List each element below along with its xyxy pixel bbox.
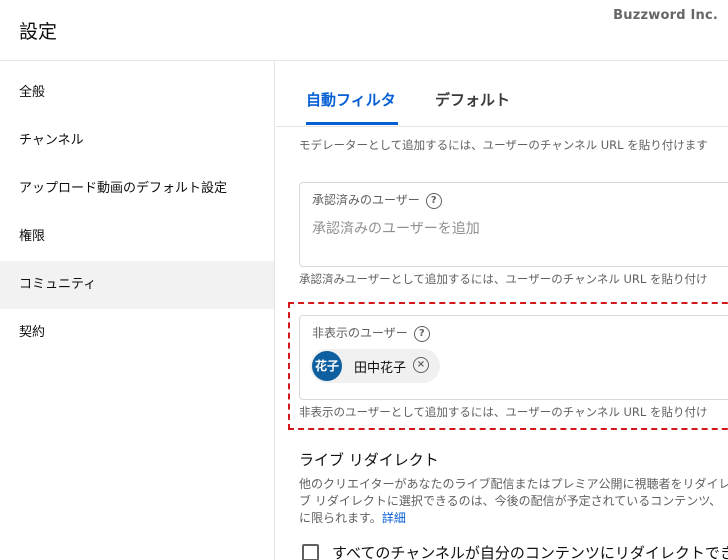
hidden-users-field: 非表示のユーザー? 花子 田中花子 × — [299, 315, 728, 400]
live-redirect-desc-1: 他のクリエイターがあなたのライブ配信またはプレミア公開に視聴者をリダイレ — [299, 477, 728, 491]
live-redirect-desc-3: に限られます。詳細 — [299, 509, 406, 526]
sidebar-item-community[interactable]: コミュニティ — [0, 261, 274, 309]
hidden-users-helper-text: 非表示のユーザーとして追加するには、ユーザーのチャンネル URL を貼り付け — [299, 405, 708, 419]
allow-redirect-checkbox[interactable] — [302, 544, 319, 560]
details-link[interactable]: 詳細 — [382, 511, 406, 525]
active-tab-indicator — [306, 122, 398, 125]
sidebar: 全般 チャンネル アップロード動画のデフォルト設定 権限 コミュニティ 契約 — [0, 61, 275, 560]
sidebar-item-general[interactable]: 全般 — [0, 69, 274, 117]
sidebar-item-channel[interactable]: チャンネル — [0, 117, 274, 165]
watermark: Buzzword Inc. — [613, 8, 718, 23]
user-chip: 花子 田中花子 × — [310, 349, 440, 383]
tab-defaults[interactable]: デフォルト — [435, 89, 510, 110]
approved-users-label-text: 承認済みのユーザー — [312, 193, 420, 207]
hidden-users-label: 非表示のユーザー? — [312, 324, 430, 342]
approved-users-helper-text: 承認済みユーザーとして追加するには、ユーザーのチャンネル URL を貼り付け — [299, 272, 708, 286]
page-title: 設定 — [19, 21, 58, 43]
help-icon[interactable]: ? — [413, 325, 430, 342]
page-header: 設定 Buzzword Inc. — [0, 0, 728, 61]
moderators-helper-text: モデレーターとして追加するには、ユーザーのチャンネル URL を貼り付けます — [299, 138, 708, 152]
remove-chip-icon[interactable]: × — [413, 357, 429, 373]
approved-users-field: 承認済みのユーザー? — [299, 182, 728, 267]
live-redirect-desc-2: ブ リダイレクトに選択できるのは、今後の配信が予定されているコンテンツ、 — [299, 494, 722, 508]
main-content: モデレーターとして追加するには、ユーザーのチャンネル URL を貼り付けます 承… — [276, 61, 728, 560]
approved-users-label: 承認済みのユーザー? — [312, 191, 442, 209]
help-icon[interactable]: ? — [425, 192, 442, 209]
chip-user-name: 田中花子 — [354, 361, 407, 376]
sidebar-item-agreements[interactable]: 契約 — [0, 309, 274, 357]
live-redirect-desc-3-text: に限られます。 — [299, 511, 382, 525]
sidebar-item-upload-defaults[interactable]: アップロード動画のデフォルト設定 — [0, 165, 274, 213]
live-redirect-title: ライブ リダイレクト — [299, 451, 439, 469]
allow-redirect-label: すべてのチャンネルが自分のコンテンツにリダイレクトでき — [332, 544, 728, 560]
sidebar-item-permissions[interactable]: 権限 — [0, 213, 274, 261]
tab-auto-filter[interactable]: 自動フィルタ — [306, 89, 396, 110]
tab-bar: 自動フィルタ デフォルト — [276, 61, 728, 127]
hidden-users-label-text: 非表示のユーザー — [312, 326, 408, 340]
avatar: 花子 — [312, 351, 342, 381]
approved-users-input[interactable] — [312, 221, 712, 237]
